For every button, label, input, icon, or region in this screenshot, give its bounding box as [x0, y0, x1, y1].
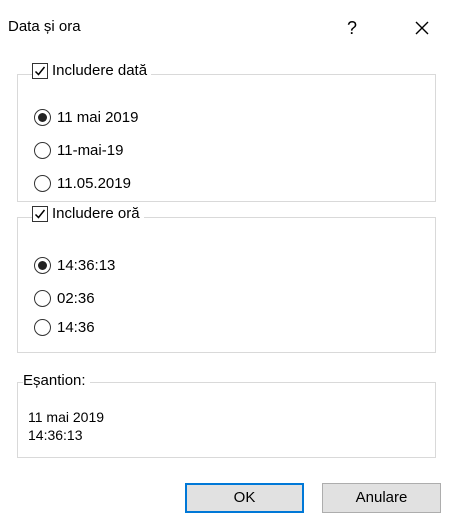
cancel-button[interactable]: Anulare: [322, 483, 441, 513]
ok-button[interactable]: OK: [185, 483, 304, 513]
time-format-label: 02:36: [57, 290, 95, 307]
date-group: Includere dată 11 mai 2019 11-mai-19 11.…: [17, 62, 436, 202]
checkbox-icon: [32, 62, 48, 79]
close-icon: [415, 21, 429, 35]
sample-label: Eșantion:: [23, 372, 90, 389]
dialog-title: Data și ora: [8, 18, 81, 35]
date-format-option[interactable]: 11 mai 2019: [34, 109, 138, 126]
radio-icon: [34, 290, 51, 307]
time-format-label: 14:36:13: [57, 257, 116, 274]
radio-selected-icon: [34, 109, 51, 126]
radio-icon: [34, 319, 51, 336]
time-group: Includere oră 14:36:13 02:36 14:36: [17, 205, 436, 353]
radio-icon: [34, 142, 51, 159]
sample-time-text: 14:36:13: [28, 427, 83, 443]
radio-selected-icon: [34, 257, 51, 274]
include-time-checkbox[interactable]: Includere oră: [32, 205, 144, 222]
close-button[interactable]: [402, 8, 442, 48]
time-format-option[interactable]: 14:36: [34, 319, 95, 336]
date-format-option[interactable]: 11-mai-19: [34, 142, 123, 159]
time-format-option[interactable]: 14:36:13: [34, 257, 115, 274]
include-time-label: Includere oră: [52, 205, 140, 222]
time-format-label: 14:36: [57, 319, 95, 336]
date-format-option[interactable]: 11.05.2019: [34, 175, 131, 192]
include-date-label: Includere dată: [52, 62, 148, 79]
help-button[interactable]: ?: [332, 8, 372, 48]
date-format-label: 11 mai 2019: [57, 109, 139, 126]
radio-icon: [34, 175, 51, 192]
time-format-option[interactable]: 02:36: [34, 290, 95, 307]
sample-group: Eșantion: 11 mai 2019 14:36:13: [17, 372, 436, 458]
sample-date-text: 11 mai 2019: [28, 409, 105, 425]
date-format-label: 11-mai-19: [57, 142, 124, 159]
checkbox-icon: [32, 205, 48, 222]
include-date-checkbox[interactable]: Includere dată: [32, 62, 152, 79]
title-bar: Data și ora ?: [0, 0, 451, 58]
date-format-label: 11.05.2019: [57, 175, 131, 192]
